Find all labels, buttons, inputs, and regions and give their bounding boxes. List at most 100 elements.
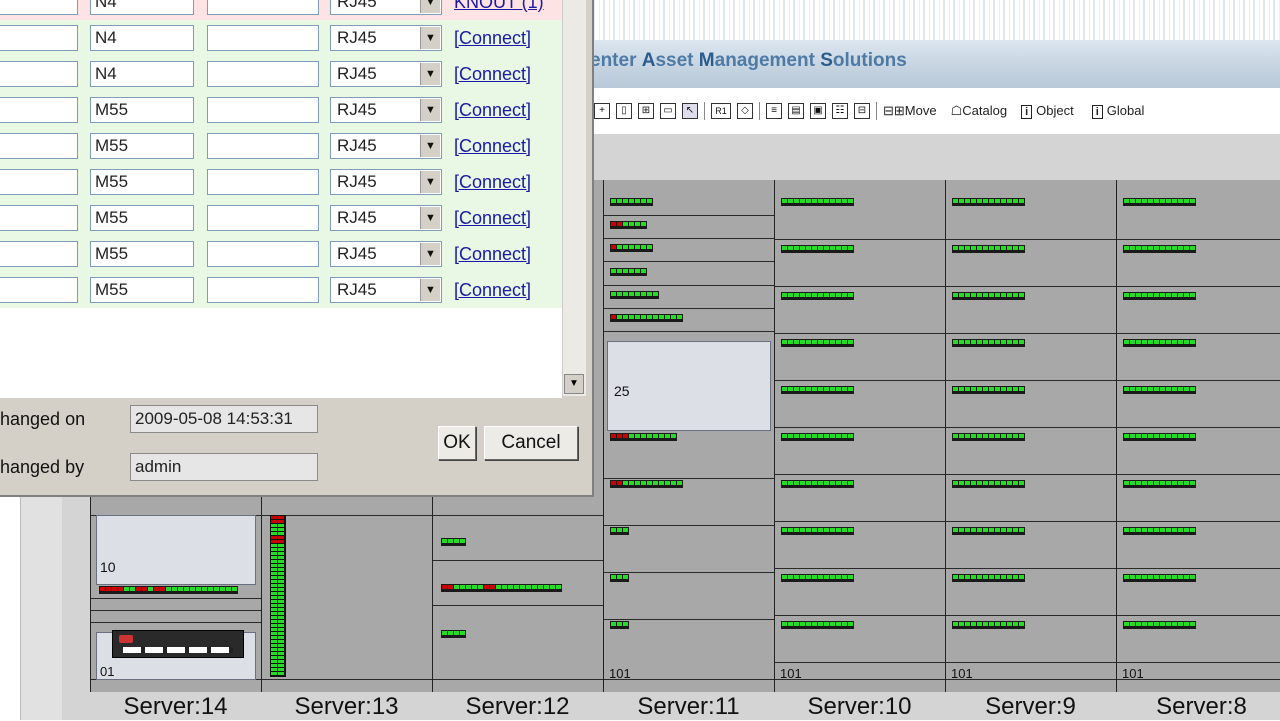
rack-server-8[interactable] [1116, 180, 1280, 692]
port-led-strip[interactable] [610, 314, 683, 322]
port-label-field[interactable]: N4 [90, 0, 194, 15]
connector-type-select[interactable]: RJ45 ▼ [330, 61, 442, 87]
port-led-strip[interactable] [952, 339, 1025, 347]
cancel-button[interactable]: Cancel [484, 426, 578, 460]
rack-unit-highlight[interactable] [607, 341, 771, 431]
dropdown-arrow-icon[interactable]: ▼ [420, 279, 440, 301]
port-led-strip[interactable] [610, 527, 629, 535]
dropdown-arrow-icon[interactable]: ▼ [420, 171, 440, 193]
port-led-strip[interactable] [610, 198, 653, 206]
port-name-field[interactable] [0, 0, 78, 15]
port-led-strip[interactable] [441, 584, 562, 592]
dropdown-arrow-icon[interactable]: ▼ [420, 207, 440, 229]
dropdown-arrow-icon[interactable]: ▼ [420, 63, 440, 85]
connect-link[interactable]: [Connect] [454, 208, 531, 229]
select-pointer-icon[interactable]: ↖ [682, 103, 698, 119]
vertical-scrollbar[interactable]: ▼ [562, 0, 586, 396]
catalog-button[interactable]: ☖Catalog [951, 103, 1007, 119]
port-led-strip[interactable] [781, 386, 854, 394]
object-button[interactable]: i Object [1021, 103, 1074, 119]
connect-link[interactable]: [Connect] [454, 244, 531, 265]
port-led-strip[interactable] [952, 198, 1025, 206]
port-led-strip[interactable] [952, 621, 1025, 629]
server-icon[interactable]: ▤ [788, 103, 804, 119]
rack-unit-highlight[interactable] [96, 515, 256, 585]
connector-type-select[interactable]: RJ45 ▼ [330, 25, 442, 51]
copy-object-icon[interactable]: ▯ [616, 103, 632, 119]
group-icon[interactable]: ⊞ [638, 103, 654, 119]
dropdown-arrow-icon[interactable]: ▼ [420, 27, 440, 49]
port-led-strip[interactable] [781, 339, 854, 347]
dropdown-arrow-icon[interactable]: ▼ [420, 135, 440, 157]
port-name-field[interactable] [0, 277, 78, 303]
rack-r1-icon[interactable]: R1 [711, 103, 731, 119]
connector-type-select[interactable]: RJ45 ▼ [330, 133, 442, 159]
rack-server-9[interactable] [945, 180, 1116, 692]
port-led-strip[interactable] [1123, 527, 1196, 535]
port-led-strip[interactable] [952, 245, 1025, 253]
network-icon[interactable]: ☷ [832, 103, 848, 119]
port-label-field[interactable]: M55 [90, 277, 194, 303]
connector-type-select[interactable]: RJ45 ▼ [330, 205, 442, 231]
port-led-strip[interactable] [1123, 339, 1196, 347]
port-led-strip[interactable] [1123, 433, 1196, 441]
changed-on-field[interactable]: 2009-05-08 14:53:31 [130, 405, 318, 433]
port-led-strip[interactable] [99, 586, 238, 594]
port-label-field[interactable]: M55 [90, 205, 194, 231]
port-led-strip[interactable] [781, 292, 854, 300]
rack-server-10[interactable] [774, 180, 945, 692]
patch-icon[interactable]: ⊟ [854, 103, 870, 119]
connect-link[interactable]: KNOUT (1) [454, 0, 544, 13]
port-led-strip[interactable] [952, 480, 1025, 488]
connector-type-select[interactable]: RJ45 ▼ [330, 241, 442, 267]
port-label-field[interactable]: M55 [90, 97, 194, 123]
port-led-strip[interactable] [610, 291, 659, 299]
port-led-strip[interactable] [952, 386, 1025, 394]
port-led-strip[interactable] [610, 480, 683, 488]
connect-link[interactable]: [Connect] [454, 280, 531, 301]
port-led-strip[interactable] [610, 574, 629, 582]
port-led-strip[interactable] [952, 433, 1025, 441]
port-led-strip[interactable] [781, 621, 854, 629]
window-icon[interactable]: ▭ [660, 103, 676, 119]
port-comment-field[interactable] [207, 205, 319, 231]
port-comment-field[interactable] [207, 25, 319, 51]
port-name-field[interactable] [0, 205, 78, 231]
port-led-strip[interactable] [1123, 386, 1196, 394]
port-led-strip[interactable] [441, 630, 466, 638]
ok-button[interactable]: OK [438, 426, 476, 460]
rack-server-11[interactable] [603, 180, 774, 692]
port-comment-field[interactable] [207, 97, 319, 123]
port-led-strip[interactable] [610, 268, 647, 276]
connect-link[interactable]: [Connect] [454, 136, 531, 157]
port-led-strip[interactable] [781, 527, 854, 535]
port-led-strip[interactable] [610, 621, 629, 629]
port-led-strip[interactable] [1123, 480, 1196, 488]
connector-type-select[interactable]: RJ45 ▼ [330, 169, 442, 195]
connector-type-select[interactable]: RJ45 ▼ [330, 277, 442, 303]
port-led-strip[interactable] [781, 198, 854, 206]
port-led-strip[interactable] [952, 527, 1025, 535]
port-led-strip[interactable] [952, 292, 1025, 300]
port-name-field[interactable] [0, 133, 78, 159]
port-led-strip[interactable] [610, 433, 677, 441]
network-switch-device[interactable] [112, 630, 244, 658]
connect-link[interactable]: [Connect] [454, 64, 531, 85]
connector-type-select[interactable]: RJ45 ▼ [330, 97, 442, 123]
plus-icon[interactable]: + [594, 103, 610, 119]
dropdown-arrow-icon[interactable]: ▼ [420, 243, 440, 265]
connector-type-select[interactable]: RJ45 ▼ [330, 0, 442, 15]
port-led-strip[interactable] [781, 433, 854, 441]
patch-panel-vertical[interactable] [270, 515, 286, 677]
dropdown-arrow-icon[interactable]: ▼ [420, 0, 440, 13]
port-led-strip[interactable] [1123, 245, 1196, 253]
port-label-field[interactable]: N4 [90, 25, 194, 51]
box-3d-icon[interactable]: ◇ [737, 103, 753, 119]
connect-link[interactable]: [Connect] [454, 172, 531, 193]
port-led-strip[interactable] [610, 244, 653, 252]
port-label-field[interactable]: N4 [90, 61, 194, 87]
port-led-strip[interactable] [1123, 292, 1196, 300]
port-led-strip[interactable] [781, 245, 854, 253]
port-label-field[interactable]: M55 [90, 241, 194, 267]
port-name-field[interactable] [0, 25, 78, 51]
